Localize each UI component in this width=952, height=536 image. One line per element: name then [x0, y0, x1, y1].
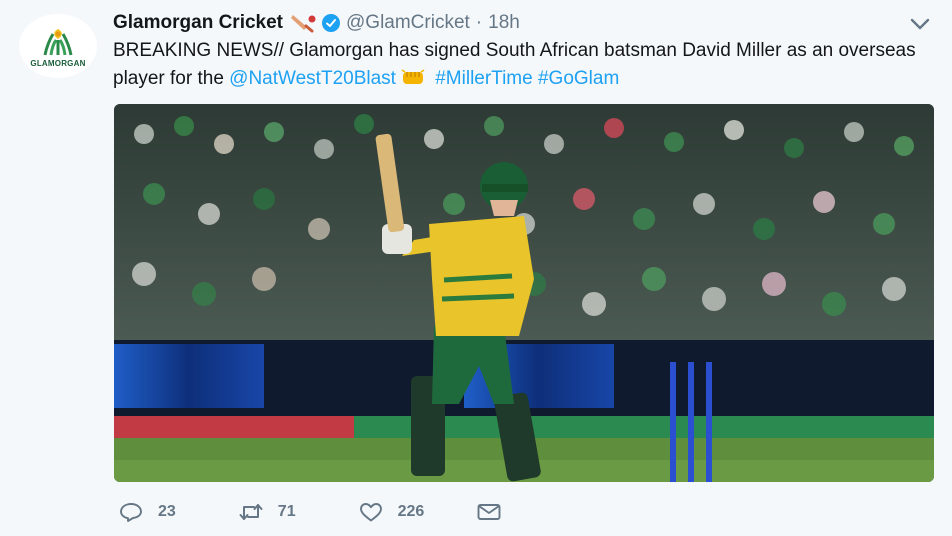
direct-message-button[interactable] [476, 501, 502, 523]
header-separator: · [475, 12, 483, 33]
mention-link[interactable]: @NatWestT20Blast [229, 68, 396, 89]
envelope-icon [477, 504, 501, 520]
tweet-photo[interactable] [114, 104, 934, 482]
daffodil-logo-icon [43, 28, 73, 55]
tweet-text: BREAKING NEWS// Glamorgan has signed Sou… [113, 37, 943, 93]
retweet-icon [239, 504, 263, 520]
tweet-timestamp[interactable]: 18h [488, 12, 520, 34]
avatar-label: GLAMORGAN [30, 58, 86, 68]
author-handle[interactable]: @GlamCricket [346, 12, 470, 34]
fist-bump-icon [401, 69, 425, 84]
avatar[interactable]: GLAMORGAN [19, 14, 97, 78]
tweet: GLAMORGAN Glamorgan Cricket @GlamCricket… [0, 0, 952, 536]
reply-button[interactable]: 23 [118, 501, 176, 523]
hashtag-millertime[interactable]: #MillerTime [435, 68, 532, 89]
chevron-down-icon[interactable] [908, 14, 932, 34]
reply-count: 23 [158, 503, 176, 520]
retweet-count: 71 [277, 503, 296, 520]
like-button[interactable]: 226 [358, 501, 425, 523]
reply-icon [120, 503, 142, 522]
hashtag-goglam[interactable]: #GoGlam [538, 68, 619, 89]
photo-batsman [114, 104, 934, 482]
heart-icon [359, 503, 382, 522]
author-name[interactable]: Glamorgan Cricket [113, 12, 283, 34]
cricket-bat-icon [291, 15, 316, 33]
tweet-actions: 23 71 226 [114, 498, 502, 526]
retweet-button[interactable]: 71 [238, 501, 296, 523]
like-count: 226 [397, 503, 425, 520]
verified-badge-icon [322, 14, 340, 32]
tweet-header: Glamorgan Cricket @GlamCricket · 18h [113, 10, 520, 36]
